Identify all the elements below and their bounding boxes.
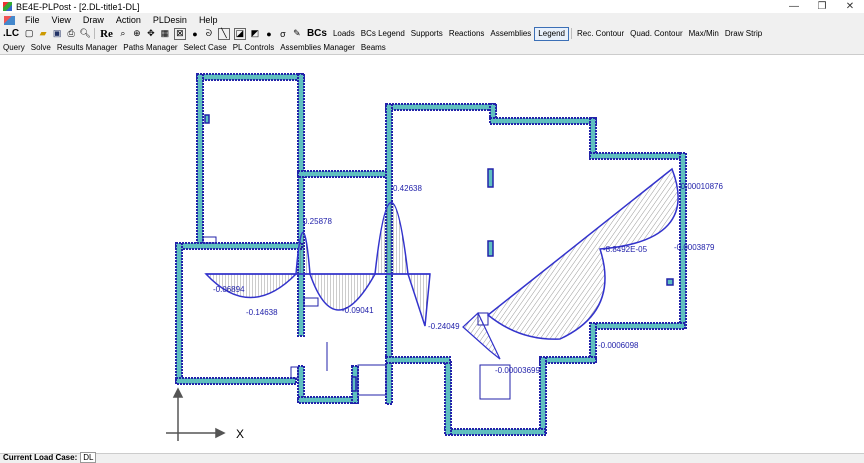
axis-indicator — [166, 387, 226, 441]
print-icon[interactable]: ⎙ — [66, 28, 76, 39]
node-icon[interactable]: ● — [190, 29, 200, 39]
status-bar: Current Load Case: DL — [0, 452, 864, 463]
new-file-icon[interactable]: ▢ — [24, 28, 34, 39]
reactions-button[interactable]: Reactions — [446, 28, 488, 40]
curve-tool-icon[interactable]: ◪ — [233, 27, 246, 40]
window-title: BE4E-PLPost - [2.DL-title1-DL] — [16, 1, 140, 12]
menu-file[interactable]: File — [19, 15, 46, 25]
label-value: 0.42638 — [393, 184, 422, 193]
title-bar: BE4E-PLPost - [2.DL-title1-DL] — ❐ ✕ — [0, 0, 864, 13]
zoom-window-icon[interactable]: ⌕ — [118, 28, 128, 39]
menu-view[interactable]: View — [46, 15, 77, 25]
save-icon[interactable]: ▣ — [52, 28, 62, 39]
quad-contour-button[interactable]: Quad. Contour — [627, 28, 685, 40]
print-preview-icon[interactable]: 🔍︎ — [79, 28, 90, 39]
pl-controls-button[interactable]: PL Controls — [230, 41, 278, 53]
zoom-icon[interactable]: ⊕ — [132, 28, 142, 39]
minimize-button[interactable]: — — [780, 0, 808, 13]
results-manager-button[interactable]: Results Manager — [54, 41, 120, 53]
legend-button[interactable]: Legend — [534, 26, 569, 41]
bcs-button[interactable]: BCs — [304, 28, 330, 40]
load-case-button[interactable]: .LC — [0, 28, 22, 40]
spring-icon[interactable]: ᘐ — [204, 28, 214, 39]
query-button[interactable]: Query — [0, 41, 28, 53]
toolbar-separator — [571, 28, 572, 39]
supports-button[interactable]: Supports — [408, 28, 446, 40]
edit-tool-icon[interactable]: ◩ — [250, 28, 260, 39]
label-value: -8.8492E-05 — [603, 245, 648, 254]
menu-draw[interactable]: Draw — [77, 15, 110, 25]
open-folder-icon[interactable]: ▰ — [38, 28, 48, 39]
current-load-case: DL — [80, 452, 97, 463]
drawing-canvas[interactable]: -0.06894 -0.14638 0.25878 -0.09041 0.426… — [0, 54, 864, 454]
regenerate-button[interactable]: Re — [97, 28, 116, 40]
select-icon[interactable]: ⊠ — [173, 27, 186, 40]
label-value: -0.00010876 — [678, 182, 723, 191]
moment-icon[interactable]: σ — [278, 29, 288, 39]
document-icon[interactable] — [4, 15, 15, 25]
structural-plan[interactable]: -0.06894 -0.14638 0.25878 -0.09041 0.426… — [0, 55, 864, 453]
bcs-legend-button[interactable]: BCs Legend — [358, 28, 408, 40]
label-value: -0.0006098 — [598, 341, 639, 350]
secondary-toolbar: Query Solve Results Manager Paths Manage… — [0, 41, 389, 53]
axis-x-label: X — [236, 427, 244, 441]
label-value: -0.06894 — [213, 285, 245, 294]
assemblies-button[interactable]: Assemblies — [487, 28, 534, 40]
paths-manager-button[interactable]: Paths Manager — [120, 41, 180, 53]
close-button[interactable]: ✕ — [836, 0, 864, 13]
app-logo-icon — [3, 2, 12, 11]
label-value: -0.14638 — [246, 308, 278, 317]
label-value: -0.09041 — [342, 306, 374, 315]
maximize-button[interactable]: ❐ — [808, 0, 836, 13]
pan-icon[interactable]: ✥ — [146, 28, 156, 39]
label-value: -0.24049 — [428, 322, 460, 331]
assemblies-manager-button[interactable]: Assemblies Manager — [277, 41, 358, 53]
draw-strip-button[interactable]: Draw Strip — [722, 28, 765, 40]
status-label: Current Load Case: — [3, 453, 78, 462]
solve-button[interactable]: Solve — [28, 41, 54, 53]
main-toolbar: .LC ▢ ▰ ▣ ⎙ 🔍︎ Re ⌕ ⊕ ✥ ▦ ⊠ ● ᘐ ╲ ◪ ◩ ● … — [0, 26, 765, 41]
link-icon[interactable]: ✎ — [292, 28, 302, 39]
label-value: -0.00003699 — [495, 366, 540, 375]
menu-action[interactable]: Action — [110, 15, 147, 25]
point-load-icon[interactable]: ● — [264, 29, 274, 39]
line-tool-icon[interactable]: ╲ — [217, 27, 230, 40]
menu-help[interactable]: Help — [193, 15, 224, 25]
grid-icon[interactable]: ▦ — [160, 28, 170, 39]
loads-button[interactable]: Loads — [330, 28, 358, 40]
menu-pldesin[interactable]: PLDesin — [147, 15, 193, 25]
label-value: -0.0003879 — [674, 243, 715, 252]
select-case-button[interactable]: Select Case — [181, 41, 230, 53]
toolbar-separator — [94, 28, 96, 39]
menu-bar: File View Draw Action PLDesin Help — [0, 14, 223, 26]
walls — [175, 73, 687, 436]
label-value: 0.25878 — [303, 217, 332, 226]
rec-contour-button[interactable]: Rec. Contour — [574, 28, 627, 40]
beams-button[interactable]: Beams — [358, 41, 389, 53]
max-min-button[interactable]: Max/Min — [686, 28, 722, 40]
